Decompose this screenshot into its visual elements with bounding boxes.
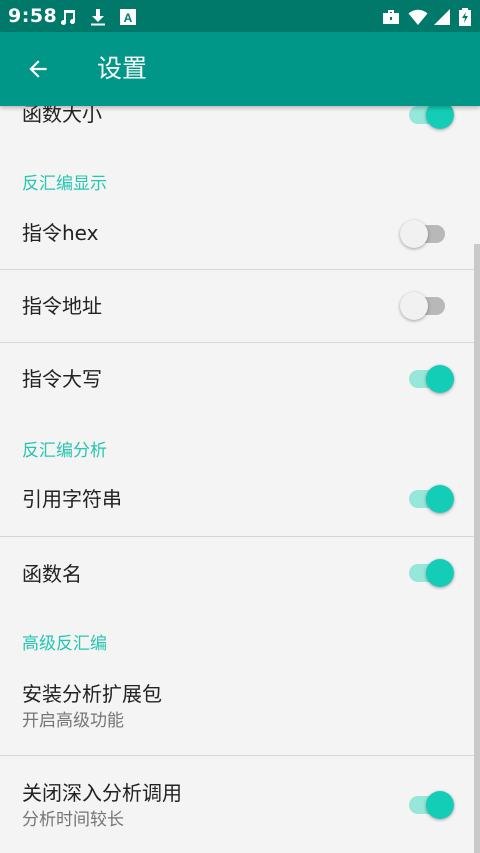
instruction-address-switch[interactable] xyxy=(400,286,456,326)
svg-text:A: A xyxy=(124,11,133,25)
status-time: 9:58 xyxy=(8,5,58,27)
setting-title: 函数大小 xyxy=(22,106,102,126)
page-title: 设置 xyxy=(97,54,148,83)
setting-summary: 分析时间较长 xyxy=(22,810,124,830)
wifi-icon xyxy=(408,9,428,25)
status-bar: 9:58 A xyxy=(0,0,480,32)
setting-instruction-address[interactable]: 指令地址 xyxy=(0,270,474,342)
category-disasm-display: 反汇编显示 xyxy=(22,174,107,194)
instruction-uppercase-switch[interactable] xyxy=(400,359,456,399)
setting-instruction-hex[interactable]: 指令hex xyxy=(0,204,474,268)
setting-disable-deep-analysis[interactable]: 关闭深入分析调用 分析时间较长 xyxy=(0,756,474,853)
function-size-switch[interactable] xyxy=(400,106,456,135)
instruction-hex-switch[interactable] xyxy=(400,214,456,254)
arrow-back-icon xyxy=(29,60,47,78)
setting-install-extension[interactable]: 安装分析扩展包 开启高级功能 xyxy=(0,666,474,754)
function-names-switch[interactable] xyxy=(400,553,456,593)
signal-icon xyxy=(434,9,450,25)
back-button[interactable] xyxy=(14,45,62,93)
setting-title: 安装分析扩展包 xyxy=(22,682,162,706)
setting-title: 指令地址 xyxy=(22,294,102,318)
disable-deep-analysis-switch[interactable] xyxy=(400,785,456,825)
reference-strings-switch[interactable] xyxy=(400,479,456,519)
app-bar: 设置 xyxy=(0,32,480,106)
setting-summary: 开启高级功能 xyxy=(22,711,124,731)
category-advanced: 高级反汇编 xyxy=(22,634,107,654)
music-note-icon xyxy=(61,10,76,26)
setting-instruction-uppercase[interactable]: 指令大写 xyxy=(0,343,474,415)
setting-function-size[interactable]: 函数大小 xyxy=(0,106,474,146)
setting-title: 指令hex xyxy=(22,221,99,245)
scrollbar[interactable] xyxy=(474,244,480,853)
briefcase-icon xyxy=(383,10,399,24)
battery-charging-icon xyxy=(459,8,471,26)
font-a-icon: A xyxy=(120,9,136,25)
download-icon xyxy=(91,9,105,26)
setting-title: 引用字符串 xyxy=(22,487,122,511)
settings-list[interactable]: 函数大小 反汇编显示 指令hex 指令地址 指令大写 反汇编分析 引用字符串 函… xyxy=(0,106,480,853)
category-disasm-analysis: 反汇编分析 xyxy=(22,441,107,461)
setting-title: 关闭深入分析调用 xyxy=(22,781,182,805)
setting-reference-strings[interactable]: 引用字符串 xyxy=(0,468,474,536)
setting-title: 指令大写 xyxy=(22,367,102,391)
setting-title: 函数名 xyxy=(22,562,82,586)
setting-function-names[interactable]: 函数名 xyxy=(0,537,474,609)
